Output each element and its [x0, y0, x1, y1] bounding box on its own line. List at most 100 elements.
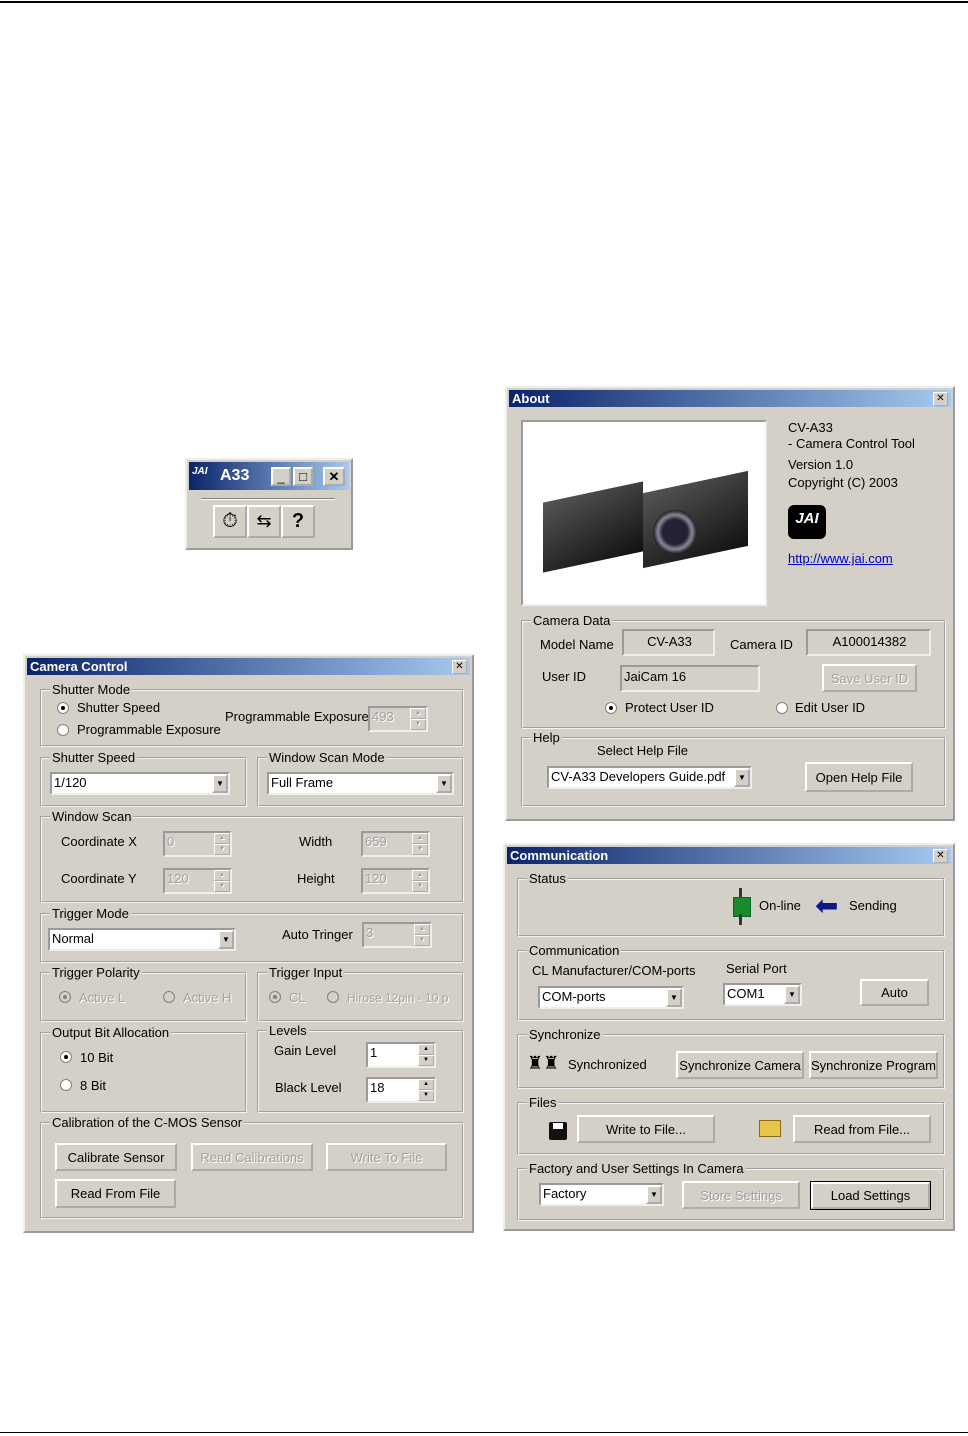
chevron-down-icon: ▼ — [646, 1185, 662, 1204]
jai-logo-icon: JAI — [192, 466, 208, 477]
trigger-mode-select[interactable]: Normal ▼ — [48, 928, 236, 951]
group-label: Shutter Speed — [50, 750, 138, 766]
maximize-button[interactable]: □ — [293, 467, 313, 486]
calibrate-sensor-button[interactable]: Calibrate Sensor — [55, 1143, 177, 1171]
close-button[interactable]: ✕ — [933, 392, 948, 406]
gain-spinner[interactable]: 1 ▲ ▼ — [366, 1042, 436, 1068]
save-user-id-button[interactable]: Save User ID — [822, 664, 917, 692]
window-title: Camera Control — [30, 659, 128, 674]
synchronize-camera-button[interactable]: Synchronize Camera — [676, 1051, 804, 1079]
copyright-text: Copyright (C) 2003 — [788, 475, 898, 490]
radio-active-h[interactable] — [163, 991, 175, 1003]
exposure-spinner[interactable]: 493 ▲ ▼ — [368, 706, 428, 732]
height-spinner[interactable]: 120 ▲ ▼ — [361, 868, 430, 894]
shutter-timer-button[interactable]: ⏱ — [213, 505, 247, 538]
radio-label: Shutter Speed — [77, 700, 161, 715]
black-level-spinner[interactable]: 18 ▲ ▼ — [366, 1077, 436, 1103]
online-status: On-line — [759, 898, 801, 913]
communication-button[interactable]: ⇆ — [247, 505, 281, 538]
minimize-button[interactable]: _ — [271, 467, 291, 486]
mini-title: A33 — [220, 467, 250, 484]
radio-8-bit[interactable] — [60, 1079, 72, 1091]
window-scan-mode-select[interactable]: Full Frame ▼ — [267, 772, 454, 795]
product-subtitle: - Camera Control Tool — [788, 436, 915, 451]
spinner-value: 493 — [372, 709, 394, 724]
select-value: Full Frame — [271, 775, 334, 790]
chevron-down-icon: ▼ — [212, 774, 228, 793]
radio-10-bit[interactable] — [60, 1051, 72, 1063]
coord-x-label: Coordinate X — [61, 834, 137, 849]
window-title: About — [512, 391, 550, 406]
radio-label: Active L — [79, 990, 126, 1005]
write-to-file-button[interactable]: Write To File — [326, 1143, 447, 1171]
camera-id-label: Camera ID — [730, 637, 793, 652]
communication-titlebar: Communication ✕ — [507, 847, 951, 864]
auto-trigger-spinner[interactable]: 3 ▲ ▼ — [362, 922, 432, 948]
radio-label: 10 Bit — [80, 1050, 114, 1065]
help-icon: ? — [291, 510, 305, 532]
shutter-speed-select[interactable]: 1/120 ▼ — [50, 772, 230, 795]
user-id-label: User ID — [542, 669, 587, 684]
close-button[interactable]: ✕ — [323, 467, 345, 486]
user-id-field[interactable]: JaiCam 16 — [620, 665, 760, 692]
group-label: Communication — [527, 943, 622, 959]
open-help-file-button[interactable]: Open Help File — [805, 762, 913, 792]
spinner-value: 659 — [365, 834, 387, 849]
read-from-file-button[interactable]: Read from File... — [793, 1115, 931, 1143]
auto-button[interactable]: Auto — [860, 979, 929, 1006]
radio-shutter-speed[interactable] — [57, 702, 69, 714]
group-label: Calibration of the C-MOS Sensor — [50, 1115, 245, 1131]
coord-y-spinner[interactable]: 120 ▲ ▼ — [163, 868, 232, 894]
select-value: Factory — [543, 1186, 587, 1201]
chevron-down-icon: ▼ — [436, 774, 452, 793]
spinner-value: 120 — [365, 871, 387, 886]
group-label: Window Scan Mode — [267, 750, 387, 766]
top-rule — [0, 1, 968, 3]
select-value: COM1 — [727, 986, 765, 1001]
store-settings-button[interactable]: Store Settings — [682, 1181, 800, 1209]
window-title: Communication — [510, 848, 609, 863]
output-bit-group: Output Bit Allocation — [40, 1025, 247, 1113]
serial-port-label: Serial Port — [726, 961, 787, 976]
camera-product-image — [521, 420, 767, 606]
radio-programmable-exposure[interactable] — [57, 724, 69, 736]
coord-x-spinner[interactable]: 0 ▲ ▼ — [163, 831, 232, 857]
version-text: Version 1.0 — [788, 457, 854, 472]
synchronize-program-button[interactable]: Synchronize Program — [809, 1051, 938, 1079]
radio-cl[interactable] — [269, 991, 281, 1003]
chevron-down-icon: ▼ — [784, 985, 800, 1004]
auto-trigger-label: Auto Tringer — [282, 927, 353, 942]
cl-manufacturer-select[interactable]: COM-ports ▼ — [538, 986, 684, 1009]
load-settings-button[interactable]: Load Settings — [810, 1181, 931, 1210]
settings-source-select[interactable]: Factory ▼ — [539, 1183, 664, 1206]
height-label: Height — [297, 871, 335, 886]
radio-label: Protect User ID — [625, 700, 714, 715]
width-spinner[interactable]: 659 ▲ ▼ — [361, 831, 430, 857]
black-level-label: Black Level — [275, 1080, 342, 1095]
group-label: Status — [527, 871, 568, 887]
radio-protect-user-id[interactable] — [605, 702, 617, 714]
read-calibrations-button[interactable]: Read Calibrations — [191, 1143, 313, 1171]
exposure-label: Programmable Exposure — [225, 709, 369, 724]
serial-port-select[interactable]: COM1 ▼ — [723, 983, 802, 1006]
close-button[interactable]: ✕ — [452, 660, 467, 674]
website-link[interactable]: http://www.jai.com — [788, 551, 893, 567]
sending-status: Sending — [849, 898, 897, 913]
group-label: Shutter Mode — [50, 682, 133, 698]
spinner-value: 18 — [370, 1080, 385, 1095]
help-button[interactable]: ? — [281, 505, 315, 538]
coord-y-label: Coordinate Y — [61, 871, 137, 886]
select-value: Normal — [52, 931, 94, 946]
sync-status: Synchronized — [568, 1057, 647, 1072]
radio-edit-user-id[interactable] — [776, 702, 788, 714]
radio-active-l[interactable] — [59, 991, 71, 1003]
help-file-select[interactable]: CV-A33 Developers Guide.pdf ▼ — [547, 766, 752, 789]
bottom-rule — [0, 1432, 968, 1433]
radio-hirose[interactable] — [327, 991, 339, 1003]
write-to-file-button[interactable]: Write to File... — [577, 1115, 715, 1143]
group-label: Window Scan — [50, 809, 134, 825]
read-from-file-button[interactable]: Read From File — [55, 1179, 176, 1208]
spinner-value: 120 — [167, 871, 189, 886]
close-button[interactable]: ✕ — [933, 849, 948, 863]
radio-label: 8 Bit — [80, 1078, 107, 1093]
